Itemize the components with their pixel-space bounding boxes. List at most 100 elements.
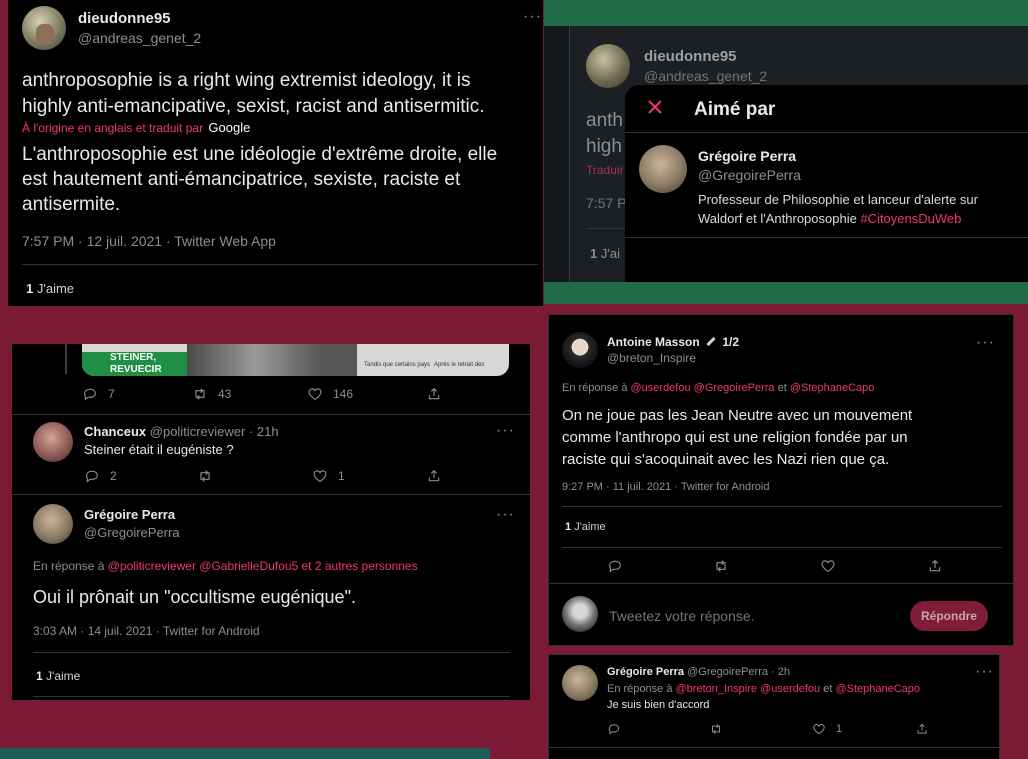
image-green-label: STEINER, REVUECIR: [82, 352, 187, 376]
reply-header: Chanceux @politicreviewer · 21h: [84, 424, 279, 439]
retweet-action[interactable]: 43: [192, 386, 231, 402]
retweet-icon: [709, 722, 723, 736]
display-name[interactable]: Grégoire Perra: [84, 507, 175, 522]
mention-link[interactable]: @StephaneCapo: [790, 382, 875, 394]
share-action[interactable]: [915, 722, 929, 736]
likes-stat[interactable]: 1 J'aime: [36, 669, 80, 683]
avatar[interactable]: [562, 332, 598, 368]
share-action[interactable]: [426, 386, 442, 402]
article-image-preview[interactable]: STEINER, REVUECIR Tandis que certains pa…: [82, 344, 509, 376]
hashtag-link[interactable]: #CitoyensDuWeb: [860, 211, 961, 226]
handle[interactable]: @andreas_genet_2: [78, 30, 201, 46]
tweet-timestamp[interactable]: 9:27 PM · 11 juil. 2021 · Twitter for An…: [562, 481, 769, 493]
handle[interactable]: @breton_Inspire: [607, 351, 696, 365]
like-count: 1: [836, 723, 843, 735]
retweet-icon: [192, 386, 208, 402]
modal-header-divider: [625, 132, 1028, 133]
background-tweet-panel: dieudonne95 @andreas_genet_2 anth high T…: [544, 26, 1028, 282]
tweet-timestamp[interactable]: 7:57 PM · 12 juil. 2021 · Twitter Web Ap…: [22, 233, 276, 249]
more-options-icon[interactable]: ···: [523, 9, 542, 25]
reply-text: Steiner était il eugéniste ?: [84, 442, 234, 457]
tweet-timestamp[interactable]: 3:03 AM · 14 juil. 2021 · Twitter for An…: [33, 624, 260, 638]
mention-and: et: [823, 683, 833, 695]
close-icon[interactable]: [645, 97, 665, 117]
retweet-action[interactable]: [713, 558, 729, 574]
reply-action[interactable]: 2: [84, 468, 117, 484]
translation-attribution[interactable]: À l'origine en anglais et traduit par Go…: [22, 120, 250, 135]
translate-link[interactable]: Traduir: [586, 163, 624, 177]
more-options-icon[interactable]: ···: [975, 664, 994, 680]
reply-action[interactable]: [607, 722, 621, 736]
tweet-text-line: highly anti-emancipative, sexist, racist…: [22, 96, 485, 117]
image-caption: STEINER,: [110, 352, 157, 363]
reply-composer-input[interactable]: [607, 605, 891, 627]
main-tweet-card: dieudonne95 @andreas_genet_2 ··· anthrop…: [8, 0, 543, 306]
more-options-icon[interactable]: ···: [976, 335, 995, 351]
likes-stat[interactable]: 1 J'aime: [26, 281, 74, 296]
liker-handle[interactable]: @GregoirePerra: [698, 167, 801, 183]
reply-button[interactable]: Répondre: [910, 601, 988, 631]
image-text: Après le retrait des: [434, 362, 485, 368]
thread-left-panel: STEINER, REVUECIR Tandis que certains pa…: [12, 344, 530, 700]
likes-label: J'aime: [574, 521, 606, 533]
reply-action[interactable]: 7: [82, 386, 115, 402]
green-bar-bottom: [544, 282, 1028, 304]
like-action[interactable]: 1: [812, 722, 842, 736]
share-action[interactable]: [927, 558, 943, 574]
liker-name[interactable]: Grégoire Perra: [698, 148, 796, 164]
mention-links[interactable]: @politicreviewer @GabrielleDufou5 et 2 a…: [108, 559, 418, 573]
divider: [549, 583, 1013, 584]
green-bar-top: [544, 0, 1028, 26]
more-options-icon[interactable]: ···: [496, 423, 515, 439]
avatar[interactable]: [639, 145, 687, 193]
avatar[interactable]: [33, 504, 73, 544]
bio-line: Waldorf et l'Anthroposophie: [698, 211, 857, 226]
avatar[interactable]: [33, 422, 73, 462]
retweet-count: 43: [218, 387, 232, 401]
reply-count: 2: [110, 469, 117, 483]
divider: [33, 696, 510, 697]
handle[interactable]: @GregoirePerra: [84, 525, 180, 540]
mention-link[interactable]: @StephaneCapo: [835, 683, 920, 695]
likes-label: J'aime: [36, 281, 75, 296]
display-name[interactable]: Chanceux: [84, 424, 146, 439]
like-action[interactable]: 1: [312, 468, 345, 484]
tweet-text-line: comme l'anthropo qui est une religion fo…: [562, 429, 908, 446]
user-avatar[interactable]: [562, 596, 598, 632]
avatar[interactable]: [586, 44, 630, 88]
display-name[interactable]: dieudonne95: [644, 48, 737, 65]
avatar[interactable]: [22, 6, 66, 50]
liked-by-modal: Aimé par Grégoire Perra @GregoirePerra P…: [625, 85, 1028, 282]
handle[interactable]: @politicreviewer: [150, 424, 246, 439]
handle-time[interactable]: @GregoirePerra · 2h: [687, 666, 790, 678]
tweet-timestamp: 7:57 P: [586, 195, 627, 211]
more-options-icon[interactable]: ···: [496, 507, 515, 523]
reply-action[interactable]: [607, 558, 623, 574]
tweet-text: On ne joue pas les Jean Neutre avec un m…: [562, 405, 912, 471]
mention-links[interactable]: @breton_Inspire @userdefou: [676, 683, 821, 695]
retweet-action[interactable]: [709, 722, 723, 736]
image-photo: [187, 344, 357, 376]
like-action[interactable]: 146: [307, 386, 353, 402]
retweet-action[interactable]: [197, 468, 213, 484]
heart-icon: [812, 722, 826, 736]
tweet-text-en: anthroposophie is a right wing extremist…: [22, 68, 485, 120]
in-reply-prefix: En réponse à: [607, 683, 673, 695]
divider: [562, 547, 1002, 548]
display-name[interactable]: Antoine Masson: [607, 335, 700, 349]
mention-links[interactable]: @userdefou @GregoirePerra: [631, 382, 775, 394]
display-name[interactable]: dieudonne95: [78, 10, 171, 27]
timestamp[interactable]: · 21h: [249, 424, 279, 439]
reply-text: Je suis bien d'accord: [607, 699, 710, 711]
divider: [562, 506, 1002, 507]
divider: [33, 652, 510, 653]
display-name[interactable]: Grégoire Perra: [607, 666, 684, 678]
share-action[interactable]: [426, 468, 442, 484]
avatar[interactable]: [562, 665, 598, 701]
in-reply-to: En réponse à @politicreviewer @Gabrielle…: [33, 559, 418, 573]
handle[interactable]: @andreas_genet_2: [644, 68, 767, 84]
like-action[interactable]: [820, 558, 836, 574]
google-logo: Google: [208, 120, 251, 135]
likes-stat[interactable]: 1 J'aime: [565, 521, 606, 533]
retweet-icon: [713, 558, 729, 574]
